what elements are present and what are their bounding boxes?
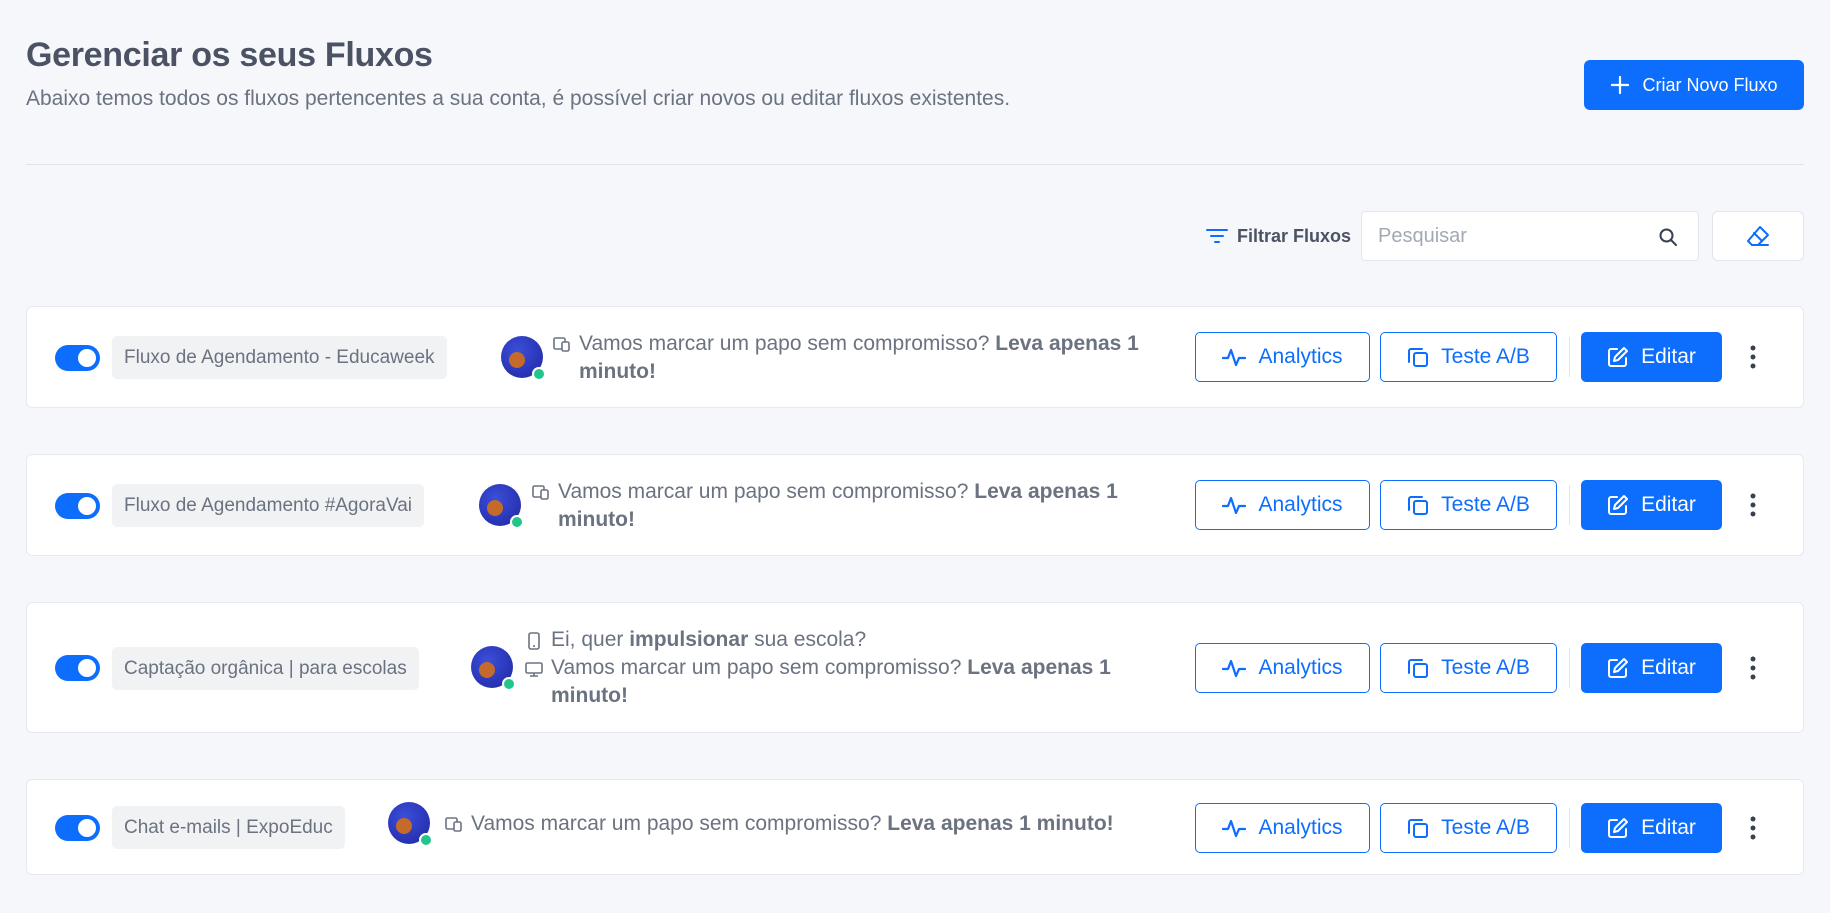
filter-icon bbox=[1205, 229, 1228, 243]
flow-name: Fluxo de Agendamento #AgoraVai bbox=[112, 484, 425, 527]
edit-icon bbox=[1608, 347, 1629, 367]
analytics-label: Analytics bbox=[1258, 816, 1343, 839]
message-text: Vamos marcar um papo sem compromisso? Le… bbox=[471, 812, 1114, 835]
edit-button[interactable]: Editar bbox=[1581, 803, 1722, 853]
flow-card: Chat e-mails | ExpoEduc Vamos marcar um … bbox=[26, 779, 1804, 875]
mobile-icon bbox=[528, 632, 540, 650]
edit-icon bbox=[1608, 818, 1629, 838]
page-header: Gerenciar os seus Fluxos Abaixo temos to… bbox=[26, 36, 1804, 111]
message-text: Vamos marcar um papo sem compromisso? Le… bbox=[551, 656, 1111, 707]
search-input[interactable] bbox=[1362, 212, 1632, 260]
avatar bbox=[501, 336, 546, 381]
edit-button[interactable]: Editar bbox=[1581, 643, 1722, 693]
create-flow-label: Criar Novo Fluxo bbox=[1642, 74, 1778, 95]
flow-enabled-toggle[interactable] bbox=[55, 815, 100, 841]
multi-device-icon bbox=[532, 485, 549, 500]
ab-test-button[interactable]: Teste A/B bbox=[1380, 803, 1557, 853]
ab-test-label: Teste A/B bbox=[1441, 345, 1530, 368]
copy-icon bbox=[1408, 496, 1429, 515]
flow-card: Fluxo de Agendamento - Educaweek Vamos m… bbox=[26, 306, 1804, 408]
edit-icon bbox=[1608, 658, 1629, 678]
flow-card: Fluxo de Agendamento #AgoraVai Vamos mar… bbox=[26, 454, 1804, 556]
clear-filters-button[interactable] bbox=[1712, 211, 1804, 261]
button-separator bbox=[1569, 485, 1570, 525]
flow-name: Chat e-mails | ExpoEduc bbox=[112, 806, 345, 849]
ab-test-button[interactable]: Teste A/B bbox=[1380, 332, 1557, 382]
filter-flows-label: Filtrar Fluxos bbox=[1236, 225, 1351, 246]
avatar bbox=[479, 484, 524, 529]
page-title: Gerenciar os seus Fluxos bbox=[26, 36, 433, 74]
button-separator bbox=[1569, 337, 1570, 377]
message-text: Ei, quer impulsionar sua escola? bbox=[551, 628, 867, 651]
edit-label: Editar bbox=[1641, 345, 1696, 368]
ab-test-label: Teste A/B bbox=[1441, 656, 1530, 679]
flow-name: Captação orgânica | para escolas bbox=[112, 647, 419, 690]
edit-button[interactable]: Editar bbox=[1581, 332, 1722, 382]
ab-test-label: Teste A/B bbox=[1441, 816, 1530, 839]
flow-enabled-toggle[interactable] bbox=[55, 655, 100, 681]
flow-message: Vamos marcar um papo sem compromisso? Le… bbox=[445, 810, 1185, 838]
flow-card: Captação orgânica | para escolas Ei, que… bbox=[26, 602, 1804, 733]
flow-enabled-toggle[interactable] bbox=[55, 493, 100, 519]
online-status-dot bbox=[502, 677, 516, 691]
edit-label: Editar bbox=[1641, 656, 1696, 679]
button-separator bbox=[1569, 808, 1570, 848]
analytics-button[interactable]: Analytics bbox=[1195, 480, 1370, 530]
analytics-button[interactable]: Analytics bbox=[1195, 332, 1370, 382]
online-status-dot bbox=[532, 367, 546, 381]
analytics-label: Analytics bbox=[1258, 345, 1343, 368]
multi-device-icon bbox=[445, 817, 462, 832]
flow-name: Fluxo de Agendamento - Educaweek bbox=[112, 336, 447, 379]
ab-test-button[interactable]: Teste A/B bbox=[1380, 643, 1557, 693]
button-separator bbox=[1569, 648, 1570, 688]
pulse-icon bbox=[1222, 496, 1247, 515]
desktop-icon bbox=[525, 662, 543, 677]
flow-message: Vamos marcar um papo sem compromisso? Le… bbox=[532, 478, 1182, 534]
more-options-icon[interactable] bbox=[1739, 808, 1767, 848]
ab-test-label: Teste A/B bbox=[1441, 493, 1530, 516]
more-options-icon[interactable] bbox=[1739, 485, 1767, 525]
eraser-icon bbox=[1747, 226, 1769, 246]
multi-device-icon bbox=[553, 337, 570, 352]
analytics-label: Analytics bbox=[1258, 656, 1343, 679]
filter-flows-button[interactable]: Filtrar Fluxos bbox=[1205, 226, 1351, 247]
filter-toolbar: Filtrar Fluxos bbox=[1205, 211, 1804, 261]
flow-message: Vamos marcar um papo sem compromisso? Le… bbox=[553, 330, 1203, 386]
more-options-icon[interactable] bbox=[1739, 648, 1767, 688]
header-divider bbox=[26, 164, 1804, 165]
pulse-icon bbox=[1222, 819, 1247, 838]
pulse-icon bbox=[1222, 348, 1247, 367]
analytics-button[interactable]: Analytics bbox=[1195, 643, 1370, 693]
copy-icon bbox=[1408, 819, 1429, 838]
search-icon[interactable] bbox=[1658, 227, 1678, 247]
plus-icon bbox=[1611, 75, 1630, 95]
online-status-dot bbox=[510, 515, 524, 529]
pulse-icon bbox=[1222, 659, 1247, 678]
flow-message: Ei, quer impulsionar sua escola? Vamos m… bbox=[525, 626, 1185, 710]
analytics-button[interactable]: Analytics bbox=[1195, 803, 1370, 853]
create-flow-button[interactable]: Criar Novo Fluxo bbox=[1584, 60, 1804, 110]
edit-icon bbox=[1608, 495, 1629, 515]
copy-icon bbox=[1408, 348, 1429, 367]
online-status-dot bbox=[419, 833, 433, 847]
analytics-label: Analytics bbox=[1258, 493, 1343, 516]
message-text: Vamos marcar um papo sem compromisso? Le… bbox=[558, 480, 1118, 531]
edit-label: Editar bbox=[1641, 493, 1696, 516]
search-box bbox=[1361, 211, 1699, 261]
message-text: Vamos marcar um papo sem compromisso? Le… bbox=[579, 332, 1139, 383]
copy-icon bbox=[1408, 659, 1429, 678]
edit-button[interactable]: Editar bbox=[1581, 480, 1722, 530]
flow-enabled-toggle[interactable] bbox=[55, 345, 100, 371]
avatar bbox=[388, 802, 433, 847]
page-subtitle: Abaixo temos todos os fluxos pertencente… bbox=[26, 87, 1011, 110]
edit-label: Editar bbox=[1641, 816, 1696, 839]
ab-test-button[interactable]: Teste A/B bbox=[1380, 480, 1557, 530]
avatar bbox=[471, 646, 516, 691]
more-options-icon[interactable] bbox=[1739, 337, 1767, 377]
